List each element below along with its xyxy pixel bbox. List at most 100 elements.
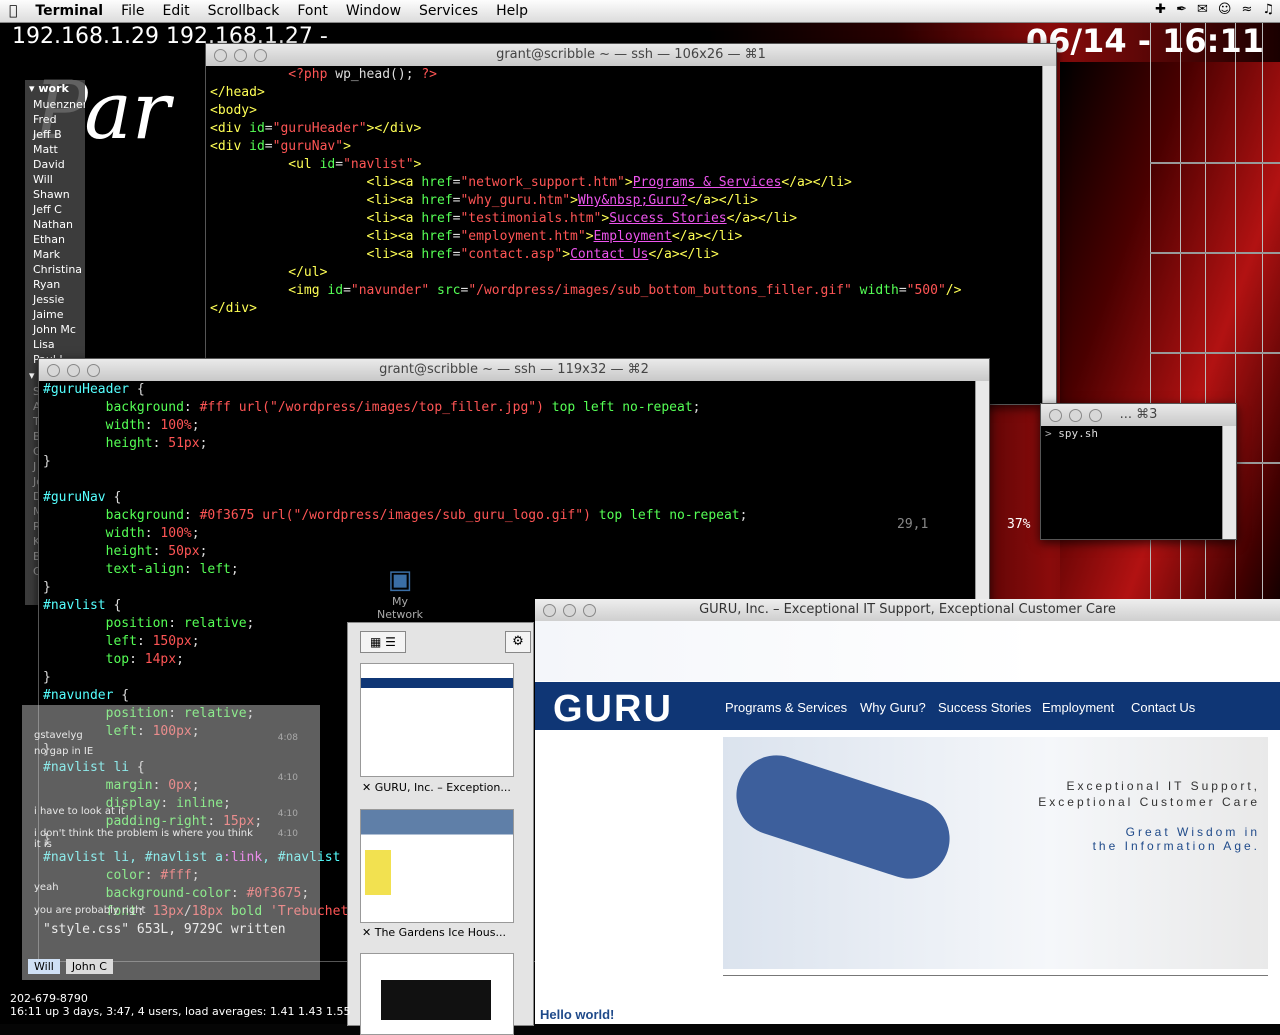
add-icon[interactable]: ✚ [1155,2,1166,17]
bookmark-label[interactable]: ✕ The Gardens Ice Hous... [362,926,512,939]
buddy-item[interactable]: Jessie [25,292,85,307]
phone-number: 202-679-8790 [10,992,88,1005]
chat-line: i have to look at it [34,806,125,817]
guru-logo[interactable]: GURU [553,688,673,731]
tagline-2: Exceptional Customer Care [1038,795,1260,809]
buddy-item[interactable]: Nathan [25,217,85,232]
wifi-icon[interactable]: ≈ [1241,2,1252,17]
tagline-3: Great Wisdom in [1125,825,1260,839]
chat-timestamp: 4:08 [277,733,298,743]
chat-tab-will[interactable]: Will [28,959,60,974]
bookmark-thumbnail-gardens[interactable] [360,809,514,923]
browser-title: GURU, Inc. – Exceptional IT Support, Exc… [699,602,1116,617]
nav-success[interactable]: Success Stories [938,700,1031,715]
site-nav-bar: GURU Programs & Services Why Guru? Succe… [535,682,1280,730]
chat-line: yeah [34,882,59,893]
buddy-item[interactable]: Jeff B [25,127,85,142]
chat-line: you are probably right [34,905,146,916]
menu-window[interactable]: Window [337,3,410,19]
volume-icon[interactable]: ♫ [1262,2,1274,17]
chat-tabs: Will John C [28,959,113,974]
chat-line: i don't think the problem is where you t… [34,828,253,850]
nav-employment[interactable]: Employment [1042,700,1114,715]
post-title[interactable]: Hello world! [540,1007,614,1022]
chat-timestamp: 4:10 [277,809,298,819]
bookmarks-drawer: ▦ ☰ ⚙ ✕ GURU, Inc. – Exception... ✕ The … [347,622,534,1035]
buddy-item[interactable]: Jaime [25,307,85,322]
terminal-2-titlebar[interactable]: grant@scribble ~ — ssh — 119x32 — ⌘2 [39,359,989,381]
buddy-item[interactable]: Shawn [25,187,85,202]
chat-line: gstavelyg [34,730,83,741]
nav-programs[interactable]: Programs & Services [725,700,847,715]
uptime-readout: 16:11 up 3 days, 3:47, 4 users, load ave… [10,1005,351,1018]
terminal-2-title: grant@scribble ~ — ssh — 119x32 — ⌘2 [379,362,649,377]
terminal-1-title: grant@scribble ~ — ssh — 106x26 — ⌘1 [496,47,766,62]
chat-status-icon[interactable]: ☺ [1218,2,1232,17]
chat-timestamp: 4:10 [277,829,298,839]
buddy-group-work[interactable]: ▾ work [25,80,85,97]
nav-why-guru[interactable]: Why Guru? [860,700,926,715]
menu-bar:  Terminal File Edit Scrollback Font Win… [0,0,1280,23]
buddy-item[interactable]: Christina [25,262,85,277]
close-button[interactable] [543,604,556,617]
terminal-3-content[interactable]: > spy.sh [1041,426,1236,441]
menu-scrollback[interactable]: Scrollback [199,3,289,19]
chat-timestamp: 4:10 [277,773,298,783]
terminal-3-titlebar[interactable]: ... ⌘3 [1041,404,1236,426]
terminal-window-1: grant@scribble ~ — ssh — 106x26 — ⌘1 <?p… [205,43,1057,405]
minimize-button[interactable] [234,49,247,62]
close-button[interactable] [47,364,60,377]
terminal-1-titlebar[interactable]: grant@scribble ~ — ssh — 106x26 — ⌘1 [206,44,1056,66]
bookmark-thumbnail-third[interactable] [360,953,514,1035]
menu-file[interactable]: File [112,3,153,19]
close-button[interactable] [214,49,227,62]
buddy-item[interactable]: Lisa [25,337,85,352]
menu-services[interactable]: Services [410,3,487,19]
menu-font[interactable]: Font [288,3,336,19]
mail-icon[interactable]: ✉ [1197,2,1208,17]
vim-cursor-position: 29,1 [897,517,929,532]
browser-titlebar[interactable]: GURU, Inc. – Exceptional IT Support, Exc… [535,599,1280,621]
minimize-button[interactable] [563,604,576,617]
buddy-item[interactable]: Matt [25,142,85,157]
buddy-item[interactable]: Ryan [25,277,85,292]
buddy-item[interactable]: Muenzner [25,97,85,112]
close-button[interactable] [1049,409,1062,422]
zoom-button[interactable] [1089,409,1102,422]
buddy-item[interactable]: Fred [25,112,85,127]
buddy-item[interactable]: Will [25,172,85,187]
vim-scroll-percent: 37% [1007,517,1031,532]
buddy-item[interactable]: Mark [25,247,85,262]
tagline-4: the Information Age. [1092,839,1260,853]
buddy-item[interactable]: David [25,157,85,172]
buddy-item[interactable]: Ethan [25,232,85,247]
menu-edit[interactable]: Edit [154,3,199,19]
gear-icon[interactable]: ⚙ [505,631,531,653]
zoom-button[interactable] [87,364,100,377]
menu-help[interactable]: Help [487,3,537,19]
zoom-button[interactable] [583,604,596,617]
zoom-button[interactable] [254,49,267,62]
network-icon: ▣ [387,565,413,595]
terminal-3-title: ... ⌘3 [1119,407,1158,422]
minimize-button[interactable] [67,364,80,377]
buddy-item[interactable]: Jeff C [25,202,85,217]
bookmark-label[interactable]: ✕ GURU, Inc. – Exception... [362,781,512,794]
chat-line: no gap in IE [34,746,94,757]
bookmark-thumbnail-guru[interactable] [360,663,514,777]
terminal-3-command: spy.sh [1058,427,1098,440]
terminal-3-scrollbar[interactable] [1222,426,1236,539]
nav-contact[interactable]: Contact Us [1131,700,1195,715]
minimize-button[interactable] [1069,409,1082,422]
hero-image: Exceptional IT Support, Exceptional Cust… [723,737,1268,969]
script-icon[interactable]: ✒ [1176,2,1187,17]
app-menu[interactable]: Terminal [26,3,112,19]
terminal-1-content[interactable]: <?php wp_head(); ?> </head> <body> <div … [206,66,1056,318]
terminal-1-scrollbar[interactable] [1042,66,1056,404]
chat-tab-john[interactable]: John C [65,959,113,974]
view-toggle[interactable]: ▦ ☰ [360,631,406,653]
network-desktop-icon[interactable]: ▣ My Network [370,565,430,621]
browser-window: GURU, Inc. – Exceptional IT Support, Exc… [535,599,1280,1024]
apple-menu-icon[interactable]:  [0,3,26,19]
buddy-item[interactable]: John Mc [25,322,85,337]
